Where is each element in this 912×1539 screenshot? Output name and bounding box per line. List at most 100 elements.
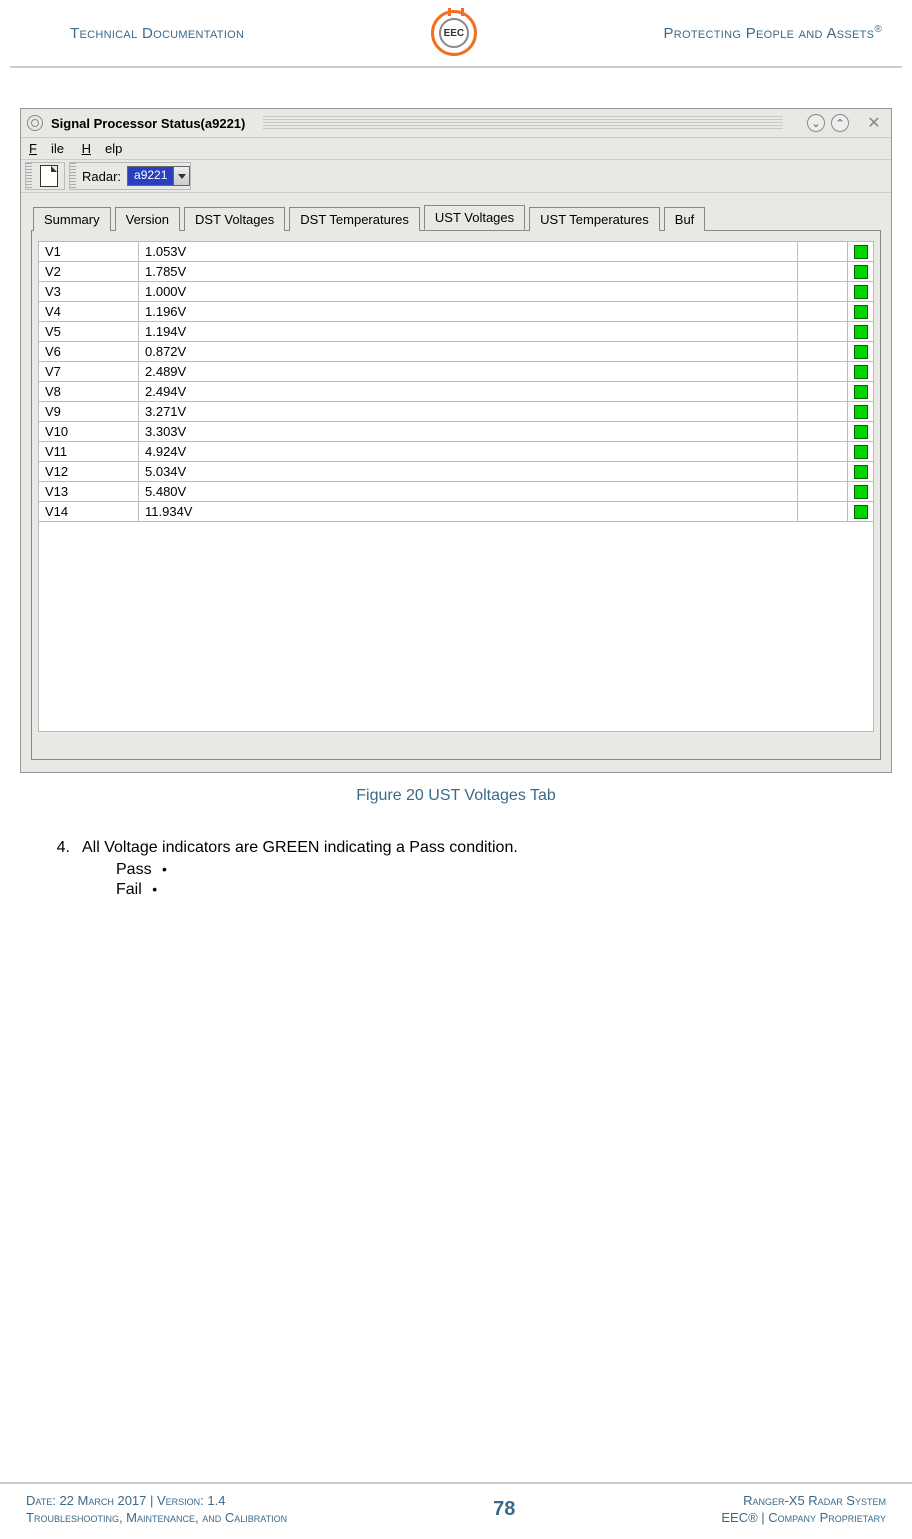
tab-panel-ust-voltages: V11.053VV21.785VV31.000VV41.196VV51.194V… xyxy=(31,230,881,760)
new-doc-icon[interactable] xyxy=(40,165,58,187)
voltage-value: 1.053V xyxy=(139,242,798,262)
footer-product: Ranger-X5 Radar System xyxy=(721,1492,886,1510)
menu-file[interactable]: File xyxy=(29,141,64,156)
status-cell xyxy=(848,302,874,322)
status-cell xyxy=(848,402,874,422)
table-row: V82.494V xyxy=(39,382,874,402)
header-right-label: Protecting People and Assets xyxy=(663,25,874,42)
fail-label: Fail xyxy=(116,881,142,898)
voltage-name: V1 xyxy=(39,242,139,262)
table-row: V72.489V xyxy=(39,362,874,382)
voltage-value: 1.000V xyxy=(139,282,798,302)
table-row: V93.271V xyxy=(39,402,874,422)
tab-dst-temperatures[interactable]: DST Temperatures xyxy=(289,207,420,231)
tab-buf[interactable]: Buf xyxy=(664,207,706,231)
voltage-value: 1.194V xyxy=(139,322,798,342)
status-ok-icon xyxy=(854,265,868,279)
footer-right: Ranger-X5 Radar System EEC® | Company Pr… xyxy=(721,1492,886,1527)
footer-left: Date: 22 March 2017 | Version: 1.4 Troub… xyxy=(26,1492,287,1527)
toolbar-group-radar: Radar: a9221 xyxy=(69,162,191,190)
status-ok-icon xyxy=(854,365,868,379)
status-cell xyxy=(848,462,874,482)
bullet-icon: • xyxy=(162,861,167,877)
voltage-spacer xyxy=(798,382,848,402)
toolbar: Radar: a9221 xyxy=(21,160,891,193)
doc-footer: Date: 22 March 2017 | Version: 1.4 Troub… xyxy=(0,1482,912,1527)
voltage-table: V11.053VV21.785VV31.000VV41.196VV51.194V… xyxy=(38,241,874,522)
app-icon xyxy=(27,115,43,131)
status-ok-icon xyxy=(854,285,868,299)
toolbar-handle[interactable] xyxy=(26,163,32,189)
status-cell xyxy=(848,362,874,382)
status-cell xyxy=(848,262,874,282)
toolbar-handle[interactable] xyxy=(70,163,76,189)
close-button[interactable]: ✕ xyxy=(863,112,885,134)
table-row: V114.924V xyxy=(39,442,874,462)
tabbar: Summary Version DST Voltages DST Tempera… xyxy=(21,193,891,230)
status-ok-icon xyxy=(854,425,868,439)
minimize-button[interactable]: ⌄ xyxy=(807,114,825,132)
voltage-value: 3.271V xyxy=(139,402,798,422)
list-number: 4. xyxy=(40,839,70,857)
status-ok-icon xyxy=(854,465,868,479)
voltage-spacer xyxy=(798,482,848,502)
voltage-name: V3 xyxy=(39,282,139,302)
voltage-name: V13 xyxy=(39,482,139,502)
voltage-name: V10 xyxy=(39,422,139,442)
voltage-spacer xyxy=(798,342,848,362)
voltage-value: 1.785V xyxy=(139,262,798,282)
table-row: V103.303V xyxy=(39,422,874,442)
voltage-spacer xyxy=(798,282,848,302)
status-cell xyxy=(848,342,874,362)
chevron-down-icon[interactable] xyxy=(173,167,189,185)
list-item-4: 4. All Voltage indicators are GREEN indi… xyxy=(40,839,872,857)
table-row: V21.785V xyxy=(39,262,874,282)
app-window: Signal Processor Status(a9221) ⌄ ⌃ ✕ Fil… xyxy=(20,108,892,773)
tab-ust-temperatures[interactable]: UST Temperatures xyxy=(529,207,660,231)
window-title: Signal Processor Status(a9221) xyxy=(51,116,245,131)
voltage-name: V12 xyxy=(39,462,139,482)
header-left-text: Technical Documentation xyxy=(70,25,244,42)
figure-caption: Figure 20 UST Voltages Tab xyxy=(10,787,902,805)
toolbar-group-new xyxy=(25,162,65,190)
voltage-spacer xyxy=(798,442,848,462)
doc-header: Technical Documentation EEC Protecting P… xyxy=(10,0,902,68)
menu-help[interactable]: Help xyxy=(82,141,123,156)
status-cell xyxy=(848,482,874,502)
tab-ust-voltages[interactable]: UST Voltages xyxy=(424,205,525,230)
radar-label: Radar: xyxy=(82,169,121,184)
status-cell xyxy=(848,242,874,262)
voltage-name: V5 xyxy=(39,322,139,342)
eec-logo-text: EEC xyxy=(439,18,469,48)
status-ok-icon xyxy=(854,305,868,319)
voltage-name: V8 xyxy=(39,382,139,402)
voltage-name: V4 xyxy=(39,302,139,322)
status-ok-icon xyxy=(854,405,868,419)
table-row: V135.480V xyxy=(39,482,874,502)
status-ok-icon xyxy=(854,245,868,259)
voltage-name: V9 xyxy=(39,402,139,422)
voltage-name: V14 xyxy=(39,502,139,522)
bullet-icon: • xyxy=(152,881,157,897)
voltage-spacer xyxy=(798,262,848,282)
status-cell xyxy=(848,322,874,342)
table-row: V31.000V xyxy=(39,282,874,302)
status-ok-icon xyxy=(854,505,868,519)
status-cell xyxy=(848,282,874,302)
tab-summary[interactable]: Summary xyxy=(33,207,111,231)
voltage-value: 4.924V xyxy=(139,442,798,462)
radar-select[interactable]: a9221 xyxy=(127,166,190,186)
voltage-name: V6 xyxy=(39,342,139,362)
table-row: V1411.934V xyxy=(39,502,874,522)
status-cell xyxy=(848,422,874,442)
tab-dst-voltages[interactable]: DST Voltages xyxy=(184,207,285,231)
status-cell xyxy=(848,382,874,402)
tab-version[interactable]: Version xyxy=(115,207,180,231)
status-ok-icon xyxy=(854,345,868,359)
table-empty-area xyxy=(38,522,874,732)
eec-logo-icon: EEC xyxy=(431,10,477,56)
footer-proprietary: EEC® | Company Proprietary xyxy=(721,1509,886,1527)
maximize-button[interactable]: ⌃ xyxy=(831,114,849,132)
status-ok-icon xyxy=(854,385,868,399)
voltage-spacer xyxy=(798,302,848,322)
